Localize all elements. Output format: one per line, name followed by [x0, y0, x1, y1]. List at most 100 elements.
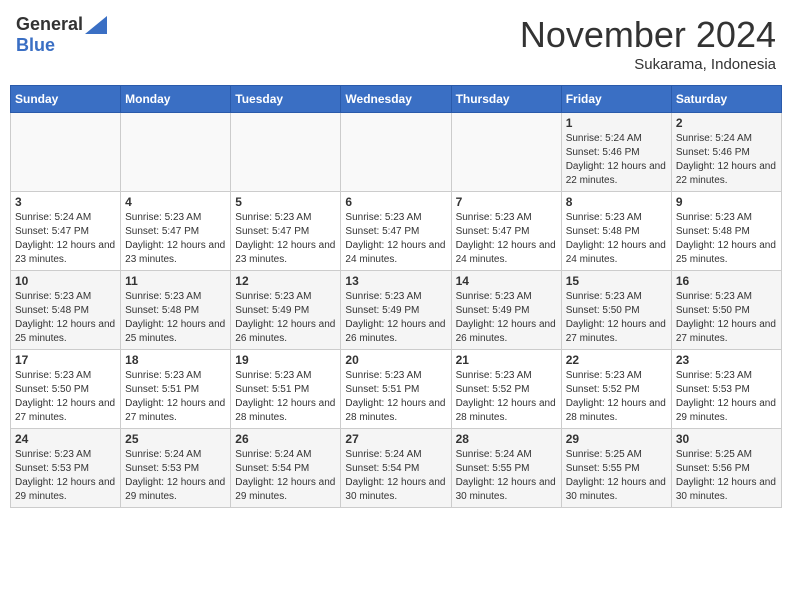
day-number: 13	[345, 274, 446, 288]
calendar-cell	[451, 113, 561, 192]
logo: General Blue	[16, 14, 107, 56]
day-info: Sunrise: 5:23 AM Sunset: 5:50 PM Dayligh…	[566, 290, 667, 346]
title-area: November 2024 Sukarama, Indonesia	[520, 14, 776, 73]
day-info: Sunrise: 5:23 AM Sunset: 5:51 PM Dayligh…	[125, 369, 226, 425]
calendar-week-row: 10 Sunrise: 5:23 AM Sunset: 5:48 PM Dayli…	[11, 271, 782, 350]
calendar-cell: 5 Sunrise: 5:23 AM Sunset: 5:47 PM Daylig…	[231, 192, 341, 271]
day-info: Sunrise: 5:24 AM Sunset: 5:53 PM Dayligh…	[125, 448, 226, 504]
day-info: Sunrise: 5:24 AM Sunset: 5:47 PM Dayligh…	[15, 211, 116, 267]
day-info: Sunrise: 5:23 AM Sunset: 5:49 PM Dayligh…	[345, 290, 446, 346]
calendar-cell: 7 Sunrise: 5:23 AM Sunset: 5:47 PM Daylig…	[451, 192, 561, 271]
day-number: 18	[125, 353, 226, 367]
day-number: 9	[676, 195, 777, 209]
calendar-cell: 25Sunrise: 5:24 AM Sunset: 5:53 PM Dayli…	[121, 429, 231, 508]
day-info: Sunrise: 5:23 AM Sunset: 5:51 PM Dayligh…	[345, 369, 446, 425]
day-info: Sunrise: 5:24 AM Sunset: 5:46 PM Dayligh…	[676, 132, 777, 188]
day-number: 22	[566, 353, 667, 367]
calendar-cell	[231, 113, 341, 192]
calendar-cell	[121, 113, 231, 192]
day-number: 8	[566, 195, 667, 209]
day-info: Sunrise: 5:23 AM Sunset: 5:52 PM Dayligh…	[566, 369, 667, 425]
day-info: Sunrise: 5:23 AM Sunset: 5:47 PM Dayligh…	[345, 211, 446, 267]
day-info: Sunrise: 5:25 AM Sunset: 5:55 PM Dayligh…	[566, 448, 667, 504]
calendar-cell: 15 Sunrise: 5:23 AM Sunset: 5:50 PM Dayli…	[561, 271, 671, 350]
day-number: 5	[235, 195, 336, 209]
calendar-cell: 24 Sunrise: 5:23 AM Sunset: 5:53 PM Dayli…	[11, 429, 121, 508]
day-header-thursday: Thursday	[451, 86, 561, 113]
calendar-week-row: 1 Sunrise: 5:24 AM Sunset: 5:46 PM Daylig…	[11, 113, 782, 192]
calendar-cell: 19 Sunrise: 5:23 AM Sunset: 5:51 PM Dayli…	[231, 350, 341, 429]
day-info: Sunrise: 5:23 AM Sunset: 5:53 PM Dayligh…	[676, 369, 777, 425]
calendar-cell	[341, 113, 451, 192]
day-info: Sunrise: 5:23 AM Sunset: 5:47 PM Dayligh…	[125, 211, 226, 267]
day-header-tuesday: Tuesday	[231, 86, 341, 113]
day-number: 15	[566, 274, 667, 288]
calendar-table: SundayMondayTuesdayWednesdayThursdayFrid…	[10, 85, 782, 508]
location-subtitle: Sukarama, Indonesia	[520, 56, 776, 73]
day-info: Sunrise: 5:23 AM Sunset: 5:53 PM Dayligh…	[15, 448, 116, 504]
day-number: 17	[15, 353, 116, 367]
day-number: 26	[235, 432, 336, 446]
calendar-cell: 23Sunrise: 5:23 AM Sunset: 5:53 PM Dayli…	[671, 350, 781, 429]
calendar-week-row: 3 Sunrise: 5:24 AM Sunset: 5:47 PM Daylig…	[11, 192, 782, 271]
month-title: November 2024	[520, 14, 776, 56]
day-info: Sunrise: 5:23 AM Sunset: 5:48 PM Dayligh…	[15, 290, 116, 346]
calendar-cell: 9 Sunrise: 5:23 AM Sunset: 5:48 PM Daylig…	[671, 192, 781, 271]
day-info: Sunrise: 5:24 AM Sunset: 5:55 PM Dayligh…	[456, 448, 557, 504]
day-number: 16	[676, 274, 777, 288]
calendar-cell: 18 Sunrise: 5:23 AM Sunset: 5:51 PM Dayli…	[121, 350, 231, 429]
calendar-cell: 8 Sunrise: 5:23 AM Sunset: 5:48 PM Daylig…	[561, 192, 671, 271]
day-info: Sunrise: 5:25 AM Sunset: 5:56 PM Dayligh…	[676, 448, 777, 504]
day-info: Sunrise: 5:24 AM Sunset: 5:54 PM Dayligh…	[235, 448, 336, 504]
day-number: 1	[566, 116, 667, 130]
day-number: 28	[456, 432, 557, 446]
day-header-saturday: Saturday	[671, 86, 781, 113]
day-number: 10	[15, 274, 116, 288]
day-info: Sunrise: 5:24 AM Sunset: 5:46 PM Dayligh…	[566, 132, 667, 188]
calendar-week-row: 24 Sunrise: 5:23 AM Sunset: 5:53 PM Dayli…	[11, 429, 782, 508]
day-info: Sunrise: 5:23 AM Sunset: 5:47 PM Dayligh…	[235, 211, 336, 267]
day-info: Sunrise: 5:23 AM Sunset: 5:47 PM Dayligh…	[456, 211, 557, 267]
calendar-cell: 6 Sunrise: 5:23 AM Sunset: 5:47 PM Daylig…	[341, 192, 451, 271]
day-header-friday: Friday	[561, 86, 671, 113]
calendar-cell: 14 Sunrise: 5:23 AM Sunset: 5:49 PM Dayli…	[451, 271, 561, 350]
calendar-cell: 30Sunrise: 5:25 AM Sunset: 5:56 PM Dayli…	[671, 429, 781, 508]
day-number: 20	[345, 353, 446, 367]
calendar-cell: 2 Sunrise: 5:24 AM Sunset: 5:46 PM Daylig…	[671, 113, 781, 192]
day-header-sunday: Sunday	[11, 86, 121, 113]
calendar-cell: 26 Sunrise: 5:24 AM Sunset: 5:54 PM Dayli…	[231, 429, 341, 508]
day-number: 11	[125, 274, 226, 288]
day-number: 2	[676, 116, 777, 130]
calendar-cell: 21Sunrise: 5:23 AM Sunset: 5:52 PM Dayli…	[451, 350, 561, 429]
day-info: Sunrise: 5:23 AM Sunset: 5:50 PM Dayligh…	[676, 290, 777, 346]
logo-icon	[85, 16, 107, 34]
logo-blue: Blue	[16, 35, 55, 56]
day-number: 19	[235, 353, 336, 367]
day-info: Sunrise: 5:23 AM Sunset: 5:50 PM Dayligh…	[15, 369, 116, 425]
day-header-monday: Monday	[121, 86, 231, 113]
calendar-cell: 1 Sunrise: 5:24 AM Sunset: 5:46 PM Daylig…	[561, 113, 671, 192]
calendar-cell: 4 Sunrise: 5:23 AM Sunset: 5:47 PM Daylig…	[121, 192, 231, 271]
day-number: 7	[456, 195, 557, 209]
day-number: 24	[15, 432, 116, 446]
day-info: Sunrise: 5:23 AM Sunset: 5:48 PM Dayligh…	[566, 211, 667, 267]
day-number: 14	[456, 274, 557, 288]
calendar-cell: 3 Sunrise: 5:24 AM Sunset: 5:47 PM Daylig…	[11, 192, 121, 271]
day-info: Sunrise: 5:23 AM Sunset: 5:49 PM Dayligh…	[456, 290, 557, 346]
calendar-cell: 22 Sunrise: 5:23 AM Sunset: 5:52 PM Dayli…	[561, 350, 671, 429]
calendar-cell: 28 Sunrise: 5:24 AM Sunset: 5:55 PM Dayli…	[451, 429, 561, 508]
day-info: Sunrise: 5:23 AM Sunset: 5:48 PM Dayligh…	[676, 211, 777, 267]
calendar-cell: 29Sunrise: 5:25 AM Sunset: 5:55 PM Dayli…	[561, 429, 671, 508]
day-info: Sunrise: 5:23 AM Sunset: 5:48 PM Dayligh…	[125, 290, 226, 346]
calendar-cell	[11, 113, 121, 192]
day-number: 3	[15, 195, 116, 209]
day-info: Sunrise: 5:23 AM Sunset: 5:51 PM Dayligh…	[235, 369, 336, 425]
calendar-week-row: 17 Sunrise: 5:23 AM Sunset: 5:50 PM Dayli…	[11, 350, 782, 429]
calendar-cell: 10 Sunrise: 5:23 AM Sunset: 5:48 PM Dayli…	[11, 271, 121, 350]
day-number: 21	[456, 353, 557, 367]
calendar-cell: 20 Sunrise: 5:23 AM Sunset: 5:51 PM Dayli…	[341, 350, 451, 429]
day-number: 6	[345, 195, 446, 209]
day-number: 4	[125, 195, 226, 209]
calendar-cell: 11 Sunrise: 5:23 AM Sunset: 5:48 PM Dayli…	[121, 271, 231, 350]
page-header: General Blue November 2024 Sukarama, Ind…	[10, 10, 782, 77]
